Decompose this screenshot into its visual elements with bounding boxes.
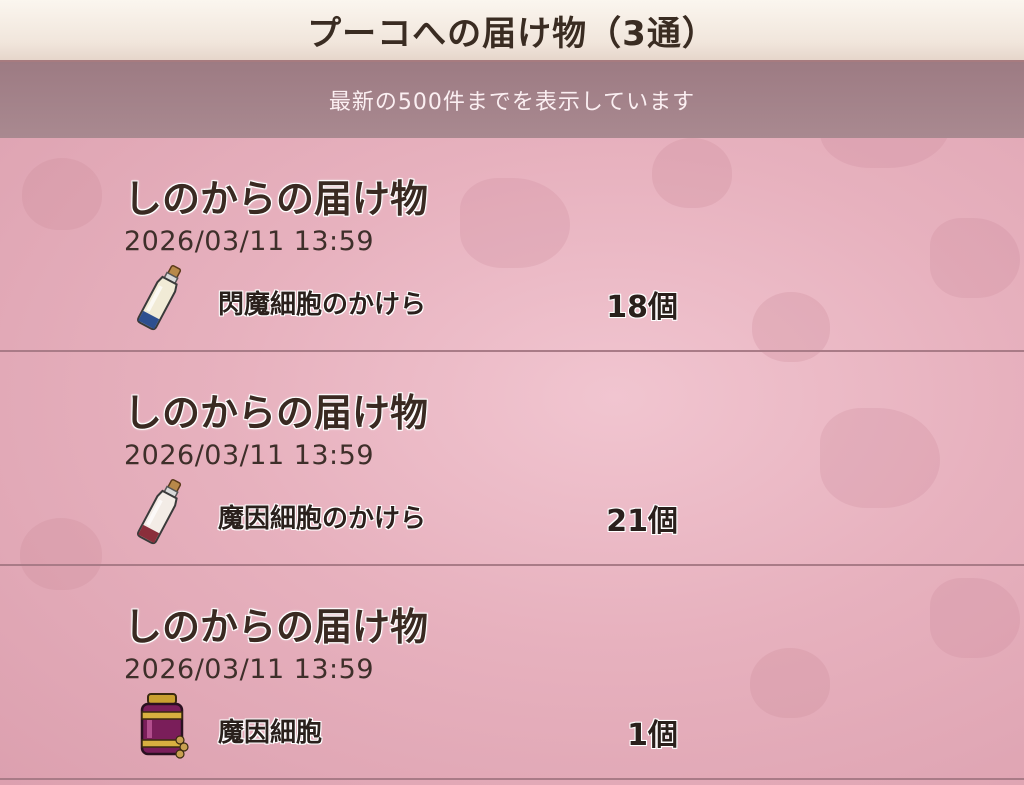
page-title: プーコへの届け物（3通） — [307, 13, 717, 54]
item-count: 1個 — [627, 718, 678, 753]
notice-text: 最新の500件までを表示しています — [328, 90, 696, 115]
item-name: 閃魔細胞のかけら — [218, 290, 427, 320]
mail-sender: しのからの届け物 — [124, 391, 429, 435]
title-bar: プーコへの届け物（3通） — [0, 0, 1024, 62]
mail-sender: しのからの届け物 — [124, 605, 429, 649]
vial-blue-icon — [137, 265, 182, 331]
vial-red-icon — [137, 479, 182, 545]
item-name: 魔因細胞のかけら — [218, 504, 427, 534]
cell-jar-icon — [140, 693, 189, 759]
mail-date: 2026/03/11 13:59 — [124, 654, 375, 685]
mail-list[interactable]: しのからの届け物 2026/03/11 13:59 閃魔細胞のかけら 18個 し… — [0, 138, 1024, 785]
notice-bar: 最新の500件までを表示しています — [0, 62, 1024, 138]
mail-row[interactable]: しのからの届け物 2026/03/11 13:59 魔因細胞のかけら 21個 — [0, 352, 1024, 566]
item-count: 21個 — [606, 504, 678, 539]
mail-row[interactable]: しのからの届け物 2026/03/11 13:59 閃魔細胞のかけら 18個 — [0, 138, 1024, 352]
mail-sender: しのからの届け物 — [124, 177, 429, 221]
item-count: 18個 — [606, 290, 678, 325]
mail-row[interactable]: しのからの届け物 2026/03/11 13:59 魔因細胞 1個 — [0, 566, 1024, 780]
mail-date: 2026/03/11 13:59 — [124, 226, 375, 257]
item-name: 魔因細胞 — [218, 718, 323, 748]
mail-date: 2026/03/11 13:59 — [124, 440, 375, 471]
